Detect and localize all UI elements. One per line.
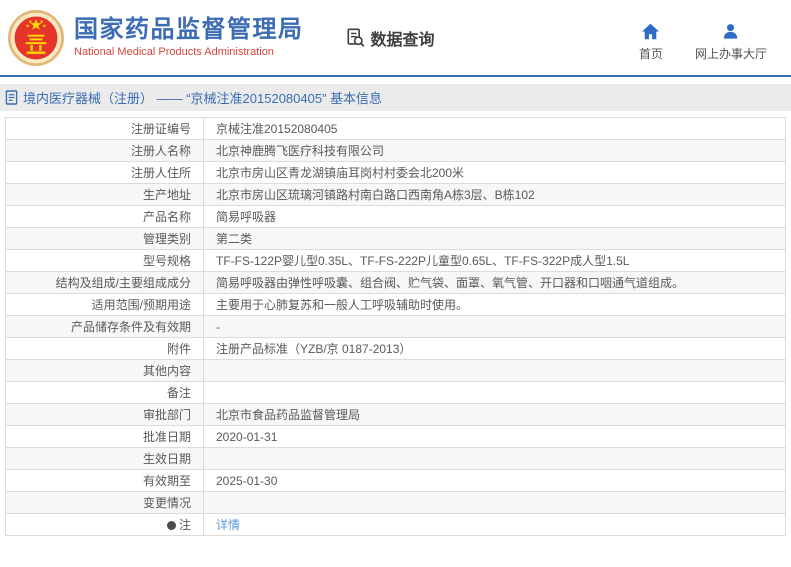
field-label: 管理类别 (5, 227, 204, 250)
document-search-icon (346, 28, 364, 47)
table-row: 备注 (5, 381, 786, 404)
field-value: 北京神鹿腾飞医疗科技有限公司 (203, 139, 786, 162)
field-label: 注册人住所 (5, 161, 204, 184)
table-row: 注册证编号 京械注准20152080405 (5, 117, 786, 140)
field-value: 详情 (203, 513, 786, 536)
field-label: 附件 (5, 337, 204, 360)
field-value: 北京市食品药品监督管理局 (203, 403, 786, 426)
table-row: 有效期至 2025-01-30 (5, 469, 786, 492)
details-link[interactable]: 详情 (216, 518, 240, 532)
field-label: 变更情况 (5, 491, 204, 514)
field-value: 京械注准20152080405 (203, 117, 786, 140)
breadcrumb-bar: 境内医疗器械（注册） —— “京械注准20152080405” 基本信息 (0, 84, 791, 111)
field-label: 有效期至 (5, 469, 204, 492)
nav-online-hall[interactable]: 网上办事大厅 (695, 23, 767, 62)
home-icon (642, 23, 660, 40)
table-row: 生产地址 北京市房山区琉璃河镇路村南白路口西南角A栋3层、B栋102 (5, 183, 786, 206)
field-label: 型号规格 (5, 249, 204, 272)
field-label: 生效日期 (5, 447, 204, 470)
field-value (203, 491, 786, 514)
table-row: 适用范围/预期用途 主要用于心肺复苏和一般人工呼吸辅助时使用。 (5, 293, 786, 316)
table-row: 批准日期 2020-01-31 (5, 425, 786, 448)
field-label: 注 (5, 513, 204, 536)
note-icon (166, 520, 176, 530)
table-row: 其他内容 (5, 359, 786, 382)
table-row: 变更情况 (5, 491, 786, 514)
table-row: 注册人名称 北京神鹿腾飞医疗科技有限公司 (5, 139, 786, 162)
table-row: 生效日期 (5, 447, 786, 470)
nav-hall-label: 网上办事大厅 (694, 47, 767, 61)
field-label: 适用范围/预期用途 (5, 293, 204, 316)
field-label: 结构及组成/主要组成成分 (5, 271, 204, 294)
field-value: 简易呼吸器由弹性呼吸囊、组合阀、贮气袋、面罩、氧气管、开口器和口咽通气道组成。 (203, 271, 786, 294)
field-value (203, 381, 786, 404)
document-icon (5, 90, 18, 105)
field-value: 北京市房山区琉璃河镇路村南白路口西南角A栋3层、B栋102 (203, 183, 786, 206)
field-value: 主要用于心肺复苏和一般人工呼吸辅助时使用。 (203, 293, 786, 316)
person-icon (724, 24, 738, 39)
field-value: TF-FS-122P婴儿型0.35L、TF-FS-222P儿童型0.65L、TF… (203, 249, 786, 272)
field-label: 产品储存条件及有效期 (5, 315, 204, 338)
field-value (203, 447, 786, 470)
field-label: 备注 (5, 381, 204, 404)
agency-logo[interactable]: 国家药品监督管理局 National Medical Products Admi… (8, 9, 304, 66)
field-value: 2020-01-31 (203, 425, 786, 448)
table-row: 产品名称 简易呼吸器 (5, 205, 786, 228)
field-value: 简易呼吸器 (203, 205, 786, 228)
table-row: 管理类别 第二类 (5, 227, 786, 250)
field-label: 其他内容 (5, 359, 204, 382)
field-label: 注册证编号 (5, 117, 204, 140)
field-value: 注册产品标准（YZB/京 0187-2013） (203, 337, 786, 360)
site-header: 国家药品监督管理局 National Medical Products Admi… (0, 0, 791, 77)
nav-home-label: 首页 (638, 47, 663, 61)
table-row: 审批部门 北京市食品药品监督管理局 (5, 403, 786, 426)
field-label: 生产地址 (5, 183, 204, 206)
registration-info-table: 注册证编号 京械注准20152080405 注册人名称 北京神鹿腾飞医疗科技有限公司注… (5, 117, 786, 536)
agency-names: 国家药品监督管理局 National Medical Products Admi… (74, 15, 304, 59)
table-row: 产品储存条件及有效期 - (5, 315, 786, 338)
national-emblem-icon (8, 9, 64, 66)
table-row: 注详情 (5, 513, 786, 536)
field-value: 北京市房山区青龙湖镇庙耳岗村村委会北200米 (203, 161, 786, 184)
data-query-button[interactable]: 数据查询 (346, 26, 435, 50)
field-value: - (203, 315, 786, 338)
field-label: 审批部门 (5, 403, 204, 426)
table-row: 型号规格 TF-FS-122P婴儿型0.35L、TF-FS-222P儿童型0.65… (5, 249, 786, 272)
table-row: 结构及组成/主要组成成分 简易呼吸器由弹性呼吸囊、组合阀、贮气袋、面罩、氧气管、开… (5, 271, 786, 294)
top-nav: 首页 网上办事大厅 (639, 13, 767, 62)
field-value: 2025-01-30 (203, 469, 786, 492)
agency-subtitle: National Medical Products Administration (74, 46, 274, 59)
breadcrumb: 境内医疗器械（注册） —— “京械注准20152080405” 基本信息 (23, 91, 383, 106)
table-row: 注册人住所 北京市房山区青龙湖镇庙耳岗村村委会北200米 (5, 161, 786, 184)
field-label: 注册人名称 (5, 139, 204, 162)
nav-home[interactable]: 首页 (639, 23, 663, 62)
field-label: 产品名称 (5, 205, 204, 228)
data-query-label: 数据查询 (370, 31, 435, 49)
field-value: 第二类 (203, 227, 786, 250)
table-row: 附件 注册产品标准（YZB/京 0187-2013） (5, 337, 786, 360)
field-label: 批准日期 (5, 425, 204, 448)
field-value (203, 359, 786, 382)
info-table-body: 注册证编号 京械注准20152080405 注册人名称 北京神鹿腾飞医疗科技有限公司注… (5, 117, 786, 536)
agency-title: 国家药品监督管理局 (74, 15, 304, 43)
